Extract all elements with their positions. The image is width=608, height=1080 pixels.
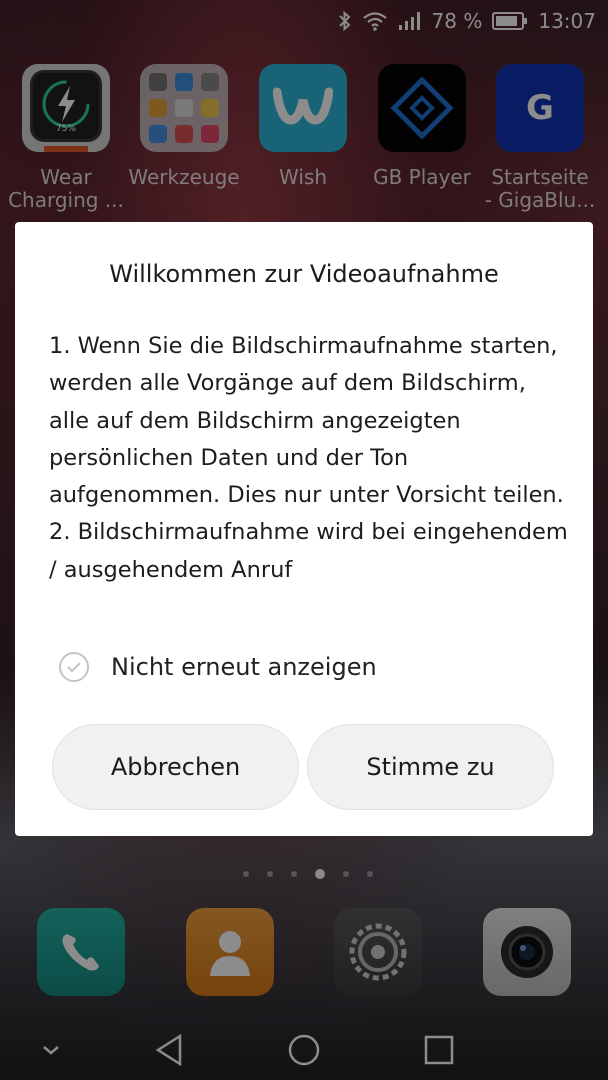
dont-show-again-label: Nicht erneut anzeigen (111, 653, 377, 681)
agree-button[interactable]: Stimme zu (307, 724, 554, 810)
dont-show-again-row[interactable]: Nicht erneut anzeigen (59, 652, 377, 682)
dialog-body: 1. Wenn Sie die Bildschirmaufnahme start… (49, 328, 569, 589)
dialog-body-point-1: 1. Wenn Sie die Bildschirmaufnahme start… (49, 333, 564, 509)
dialog-body-point-2: 2. Bildschirmaufnahme wird bei eingehend… (49, 519, 568, 583)
checkmark-icon (67, 662, 81, 673)
dont-show-again-checkbox[interactable] (59, 652, 89, 682)
dialog-title: Willkommen zur Videoaufnahme (109, 260, 499, 288)
screen-recording-dialog: Willkommen zur Videoaufnahme 1. Wenn Sie… (15, 222, 593, 836)
cancel-button[interactable]: Abbrechen (52, 724, 299, 810)
